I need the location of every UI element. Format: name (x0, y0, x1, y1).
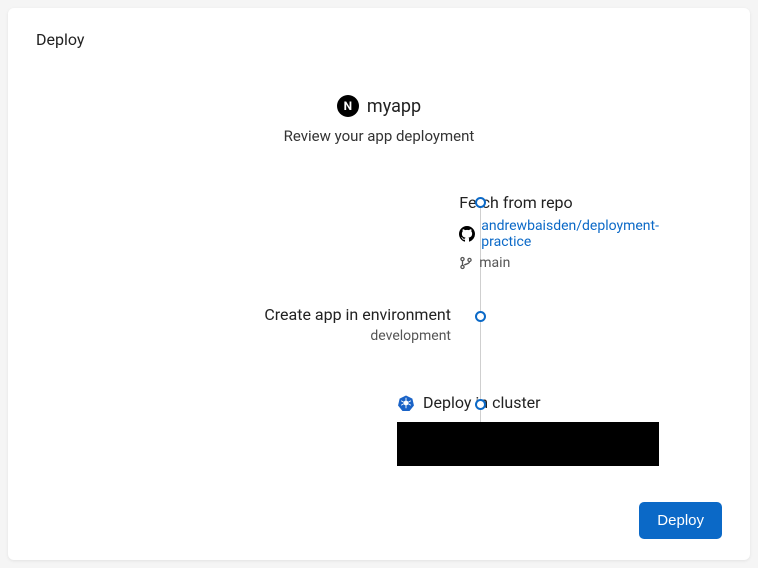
step-create-title: Create app in environment (99, 305, 451, 324)
github-icon (459, 226, 475, 242)
deployment-timeline: Fetch from repo andrewbaisden/deployment… (99, 193, 659, 466)
step-marker (475, 197, 486, 208)
app-icon-letter: N (344, 99, 352, 113)
step-create-left: Create app in environment development (99, 305, 469, 344)
step-create-env: development (99, 328, 451, 344)
branch-row: main (459, 255, 659, 271)
repo-link[interactable]: andrewbaisden/deployment-practice (481, 218, 659, 250)
app-title-row: N myapp (36, 95, 722, 117)
deploy-button[interactable]: Deploy (639, 502, 722, 539)
page-title: Deploy (36, 30, 722, 49)
deploy-title-row: Deploy in cluster (397, 393, 659, 412)
app-subtitle: Review your app deployment (36, 127, 722, 145)
step-create: Create app in environment development (99, 305, 659, 365)
step-marker (475, 311, 486, 322)
branch-name: main (479, 255, 510, 271)
step-fetch-content: Fetch from repo andrewbaisden/deployment… (427, 193, 659, 271)
card-header: Deploy (8, 8, 750, 67)
footer: Deploy (8, 486, 750, 561)
branch-icon (459, 256, 473, 270)
app-framework-icon: N (337, 95, 359, 117)
kubernetes-icon (397, 394, 415, 412)
app-name: myapp (367, 96, 421, 117)
step-deploy: Deploy in cluster (99, 393, 659, 466)
content: N myapp Review your app deployment Fetch… (8, 67, 750, 486)
cluster-name-redacted (397, 422, 659, 466)
deploy-card: Deploy N myapp Review your app deploymen… (8, 8, 750, 560)
step-fetch: Fetch from repo andrewbaisden/deployment… (99, 193, 659, 271)
repo-row: andrewbaisden/deployment-practice (459, 218, 659, 250)
step-marker (475, 399, 486, 410)
step-deploy-content: Deploy in cluster (365, 393, 659, 466)
step-fetch-title: Fetch from repo (459, 193, 659, 212)
app-header: N myapp Review your app deployment (36, 95, 722, 145)
